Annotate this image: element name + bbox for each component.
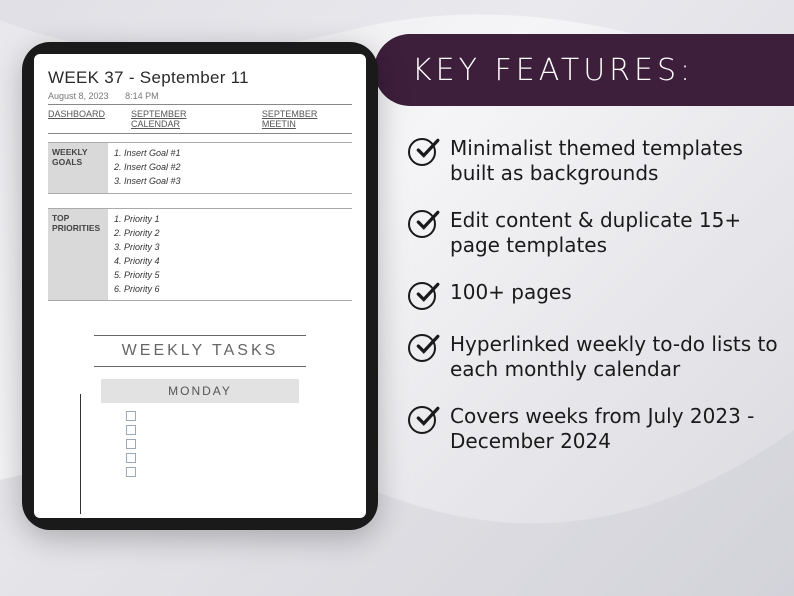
feature-text: Covers weeks from July 2023 - December 2… [450, 404, 778, 454]
stamp-date: August 8, 2023 [48, 91, 109, 101]
nav-meetings[interactable]: SEPTEMBER MEETIN [262, 109, 352, 129]
task-checklist [126, 411, 352, 477]
feature-text: Edit content & duplicate 15+ page templa… [450, 208, 778, 258]
priority-item: 1. Priority 1 [114, 213, 346, 227]
feature-text: 100+ pages [450, 280, 572, 305]
goal-item: 2. Insert Goal #2 [114, 161, 346, 175]
planner-page: WEEK 37 - September 11 August 8, 2023 8:… [34, 54, 366, 477]
weekly-goals-section: WEEKLY GOALS 1. Insert Goal #1 2. Insert… [48, 142, 352, 194]
checkmark-icon [408, 282, 436, 310]
goal-item: 1. Insert Goal #1 [114, 147, 346, 161]
stamp-time: 8:14 PM [125, 91, 159, 101]
tablet-screen: WEEK 37 - September 11 August 8, 2023 8:… [34, 54, 366, 518]
features-list: Minimalist themed templates built as bac… [408, 136, 778, 476]
feature-item: Edit content & duplicate 15+ page templa… [408, 208, 778, 258]
priorities-section: TOP PRIORITIES 1. Priority 1 2. Priority… [48, 208, 352, 302]
checkbox[interactable] [126, 439, 136, 449]
priority-item: 4. Priority 4 [114, 255, 346, 269]
key-features-banner: KEY FEATURES: [374, 34, 794, 106]
priority-item: 5. Priority 5 [114, 269, 346, 283]
weekly-tasks-header: WEEKLY TASKS [94, 335, 307, 367]
nav-links: DASHBOARD SEPTEMBER CALENDAR SEPTEMBER M… [48, 104, 352, 134]
feature-item: Minimalist themed templates built as bac… [408, 136, 778, 186]
priorities-label: TOP PRIORITIES [48, 209, 108, 301]
day-label: MONDAY [101, 379, 299, 403]
checkbox[interactable] [126, 425, 136, 435]
priority-item: 2. Priority 2 [114, 227, 346, 241]
banner-title: KEY FEATURES: [412, 53, 694, 88]
goal-item: 3. Insert Goal #3 [114, 175, 346, 189]
vertical-divider [80, 394, 81, 514]
nav-calendar[interactable]: SEPTEMBER CALENDAR [131, 109, 236, 129]
weekly-tasks-area: WEEKLY TASKS MONDAY [48, 335, 352, 477]
weekly-tasks-label: WEEKLY TASKS [94, 342, 307, 360]
priorities-body: 1. Priority 1 2. Priority 2 3. Priority … [108, 209, 352, 301]
feature-text: Hyperlinked weekly to-do lists to each m… [450, 332, 778, 382]
checkbox[interactable] [126, 411, 136, 421]
feature-text: Minimalist themed templates built as bac… [450, 136, 778, 186]
checkmark-icon [408, 210, 436, 238]
nav-dashboard[interactable]: DASHBOARD [48, 109, 105, 129]
feature-item: 100+ pages [408, 280, 778, 310]
priority-item: 3. Priority 3 [114, 241, 346, 255]
checkmark-icon [408, 138, 436, 166]
week-title: WEEK 37 - September 11 [48, 68, 352, 88]
checkbox[interactable] [126, 467, 136, 477]
feature-item: Hyperlinked weekly to-do lists to each m… [408, 332, 778, 382]
goals-label: WEEKLY GOALS [48, 143, 108, 193]
priority-item: 6. Priority 6 [114, 283, 346, 297]
feature-item: Covers weeks from July 2023 - December 2… [408, 404, 778, 454]
checkmark-icon [408, 406, 436, 434]
checkmark-icon [408, 334, 436, 362]
goals-body: 1. Insert Goal #1 2. Insert Goal #2 3. I… [108, 143, 352, 193]
checkbox[interactable] [126, 453, 136, 463]
tablet-device: WEEK 37 - September 11 August 8, 2023 8:… [22, 42, 378, 530]
timestamp: August 8, 2023 8:14 PM [48, 91, 352, 101]
